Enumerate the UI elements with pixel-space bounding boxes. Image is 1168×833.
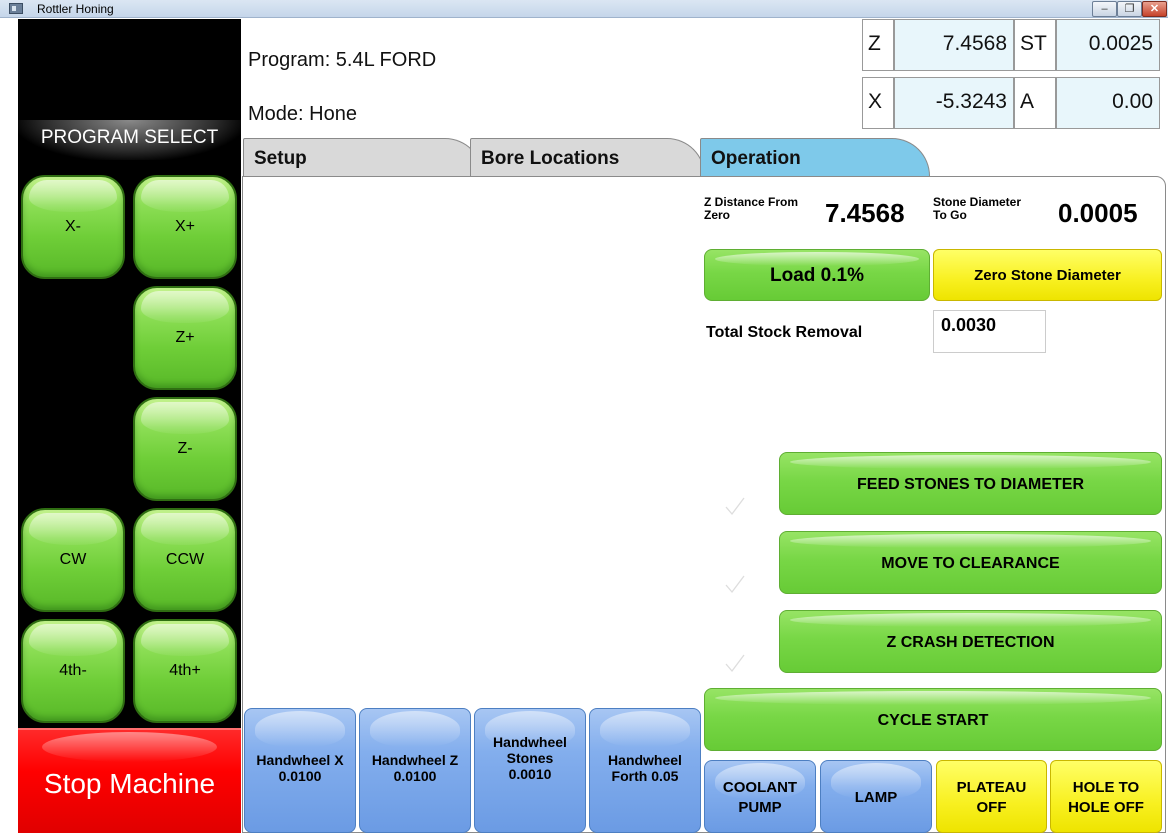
jog-4th-minus-button[interactable]: 4th- bbox=[21, 619, 125, 723]
jog-ccw-button[interactable]: CCW bbox=[133, 508, 237, 612]
maximize-button[interactable]: ❐ bbox=[1117, 1, 1142, 17]
tab-operation[interactable]: Operation bbox=[700, 138, 930, 176]
restore-icon: ❐ bbox=[1124, 3, 1135, 15]
coolant-pump-button[interactable]: COOLANT PUMP bbox=[704, 760, 816, 833]
handwheel-forth-label: Handwheel bbox=[608, 752, 682, 768]
jog-x-minus-button[interactable]: X- bbox=[21, 175, 125, 279]
stone-diameter-value: 0.0005 bbox=[1058, 198, 1138, 228]
total-stock-removal-label: Total Stock Removal bbox=[706, 324, 863, 341]
jog-z-minus-button[interactable]: Z- bbox=[133, 397, 237, 501]
cycle-start-label: CYCLE START bbox=[877, 712, 989, 729]
load-button[interactable]: Load 0.1% bbox=[704, 249, 930, 301]
z-axis-value: 7.4568 bbox=[894, 19, 1014, 71]
move-to-clearance-label: MOVE TO CLEARANCE bbox=[881, 555, 1060, 572]
hole-to-hole-label: HOLE TO bbox=[1072, 779, 1140, 796]
program-select-label: PROGRAM SELECT bbox=[40, 127, 219, 148]
program-name: Program: 5.4L FORD bbox=[248, 49, 437, 71]
title-bar: Rottler Honing – ❐ ✕ bbox=[0, 0, 1168, 18]
mode-label: Mode: Hone bbox=[248, 103, 357, 125]
zero-stone-diameter-label: Zero Stone Diameter bbox=[974, 267, 1121, 284]
handwheel-stones-label-2: Stones bbox=[506, 750, 554, 766]
program-select-button[interactable]: PROGRAM SELECT bbox=[18, 120, 241, 160]
a-axis-value: 0.00 bbox=[1056, 77, 1160, 129]
app-icon bbox=[9, 3, 23, 14]
jog-cw-label: CW bbox=[59, 551, 87, 568]
cycle-start-button[interactable]: CYCLE START bbox=[704, 688, 1162, 751]
clearance-checkmark-icon bbox=[725, 575, 745, 594]
jog-4th-plus-button[interactable]: 4th+ bbox=[133, 619, 237, 723]
z-axis-label: Z bbox=[862, 19, 894, 71]
crash-checkmark-icon bbox=[725, 654, 745, 673]
minimize-icon: – bbox=[1101, 3, 1108, 15]
lamp-button[interactable]: LAMP bbox=[820, 760, 932, 833]
window-title: Rottler Honing bbox=[37, 2, 114, 16]
jog-x-plus-label: X+ bbox=[174, 218, 195, 235]
jog-4th-plus-label: 4th+ bbox=[169, 662, 201, 679]
handwheel-z-value: 0.0100 bbox=[393, 768, 437, 784]
x-axis-label: X bbox=[862, 77, 894, 129]
plateau-label: PLATEAU bbox=[956, 779, 1027, 796]
feed-checkmark-icon bbox=[725, 497, 745, 516]
stop-machine-button[interactable]: Stop Machine bbox=[18, 728, 241, 833]
z-crash-detection-label: Z CRASH DETECTION bbox=[886, 634, 1055, 651]
close-button[interactable]: ✕ bbox=[1142, 1, 1167, 17]
stone-diameter-label: Stone Diameter To Go bbox=[933, 196, 1021, 222]
jog-z-plus-label: Z+ bbox=[175, 329, 195, 346]
hole-to-hole-state: HOLE OFF bbox=[1068, 799, 1144, 816]
handwheel-stones-button[interactable]: Handwheel Stones 0.0010 bbox=[474, 708, 586, 833]
move-to-clearance-button[interactable]: MOVE TO CLEARANCE bbox=[779, 531, 1162, 594]
handwheel-forth-value: Forth 0.05 bbox=[611, 768, 679, 784]
z-distance-label-line2: Zero bbox=[704, 208, 731, 222]
st-label: ST bbox=[1014, 19, 1056, 71]
coolant-pump-label: COOLANT bbox=[722, 779, 798, 796]
stone-diameter-label-line2: To Go bbox=[933, 208, 967, 222]
total-stock-removal-value: 0.0030 bbox=[933, 310, 1046, 353]
handwheel-forth-button[interactable]: Handwheel Forth 0.05 bbox=[589, 708, 701, 833]
app-window: Rottler Honing – ❐ ✕ PROGRAM SELECT X- X… bbox=[0, 0, 1168, 833]
a-axis-label: A bbox=[1014, 77, 1056, 129]
z-crash-detection-button[interactable]: Z CRASH DETECTION bbox=[779, 610, 1162, 673]
stop-machine-label: Stop Machine bbox=[43, 768, 216, 799]
handwheel-z-label: Handwheel Z bbox=[371, 752, 459, 768]
close-icon: ✕ bbox=[1149, 3, 1160, 15]
jog-x-minus-label: X- bbox=[65, 218, 81, 235]
minimize-button[interactable]: – bbox=[1092, 1, 1117, 17]
tab-setup[interactable]: Setup bbox=[243, 138, 483, 176]
jog-4th-minus-label: 4th- bbox=[59, 662, 87, 679]
x-axis-value: -5.3243 bbox=[894, 77, 1014, 129]
handwheel-z-button[interactable]: Handwheel Z 0.0100 bbox=[359, 708, 471, 833]
hole-to-hole-button[interactable]: HOLE TO HOLE OFF bbox=[1050, 760, 1162, 833]
load-button-label: Load 0.1% bbox=[770, 265, 864, 286]
lamp-label: LAMP bbox=[854, 789, 898, 806]
zero-stone-diameter-button[interactable]: Zero Stone Diameter bbox=[933, 249, 1162, 301]
jog-x-plus-button[interactable]: X+ bbox=[133, 175, 237, 279]
st-value: 0.0025 bbox=[1056, 19, 1160, 71]
jog-cw-button[interactable]: CW bbox=[21, 508, 125, 612]
z-distance-value: 7.4568 bbox=[825, 198, 905, 228]
coolant-pump-label-2: PUMP bbox=[738, 799, 782, 816]
handwheel-x-label: Handwheel X bbox=[256, 752, 344, 768]
feed-stones-label: FEED STONES TO DIAMETER bbox=[857, 476, 1084, 493]
handwheel-stones-label: Handwheel bbox=[493, 734, 567, 750]
jog-z-plus-button[interactable]: Z+ bbox=[133, 286, 237, 390]
jog-z-minus-label: Z- bbox=[177, 440, 193, 457]
tab-bore-locations[interactable]: Bore Locations bbox=[470, 138, 705, 176]
handwheel-stones-value: 0.0010 bbox=[508, 766, 552, 782]
plateau-button[interactable]: PLATEAU OFF bbox=[936, 760, 1047, 833]
handwheel-x-value: 0.0100 bbox=[278, 768, 322, 784]
jog-ccw-label: CCW bbox=[165, 551, 205, 568]
feed-stones-button[interactable]: FEED STONES TO DIAMETER bbox=[779, 452, 1162, 515]
handwheel-x-button[interactable]: Handwheel X 0.0100 bbox=[244, 708, 356, 833]
plateau-state: OFF bbox=[976, 799, 1007, 816]
z-distance-label: Z Distance From Zero bbox=[704, 196, 798, 222]
